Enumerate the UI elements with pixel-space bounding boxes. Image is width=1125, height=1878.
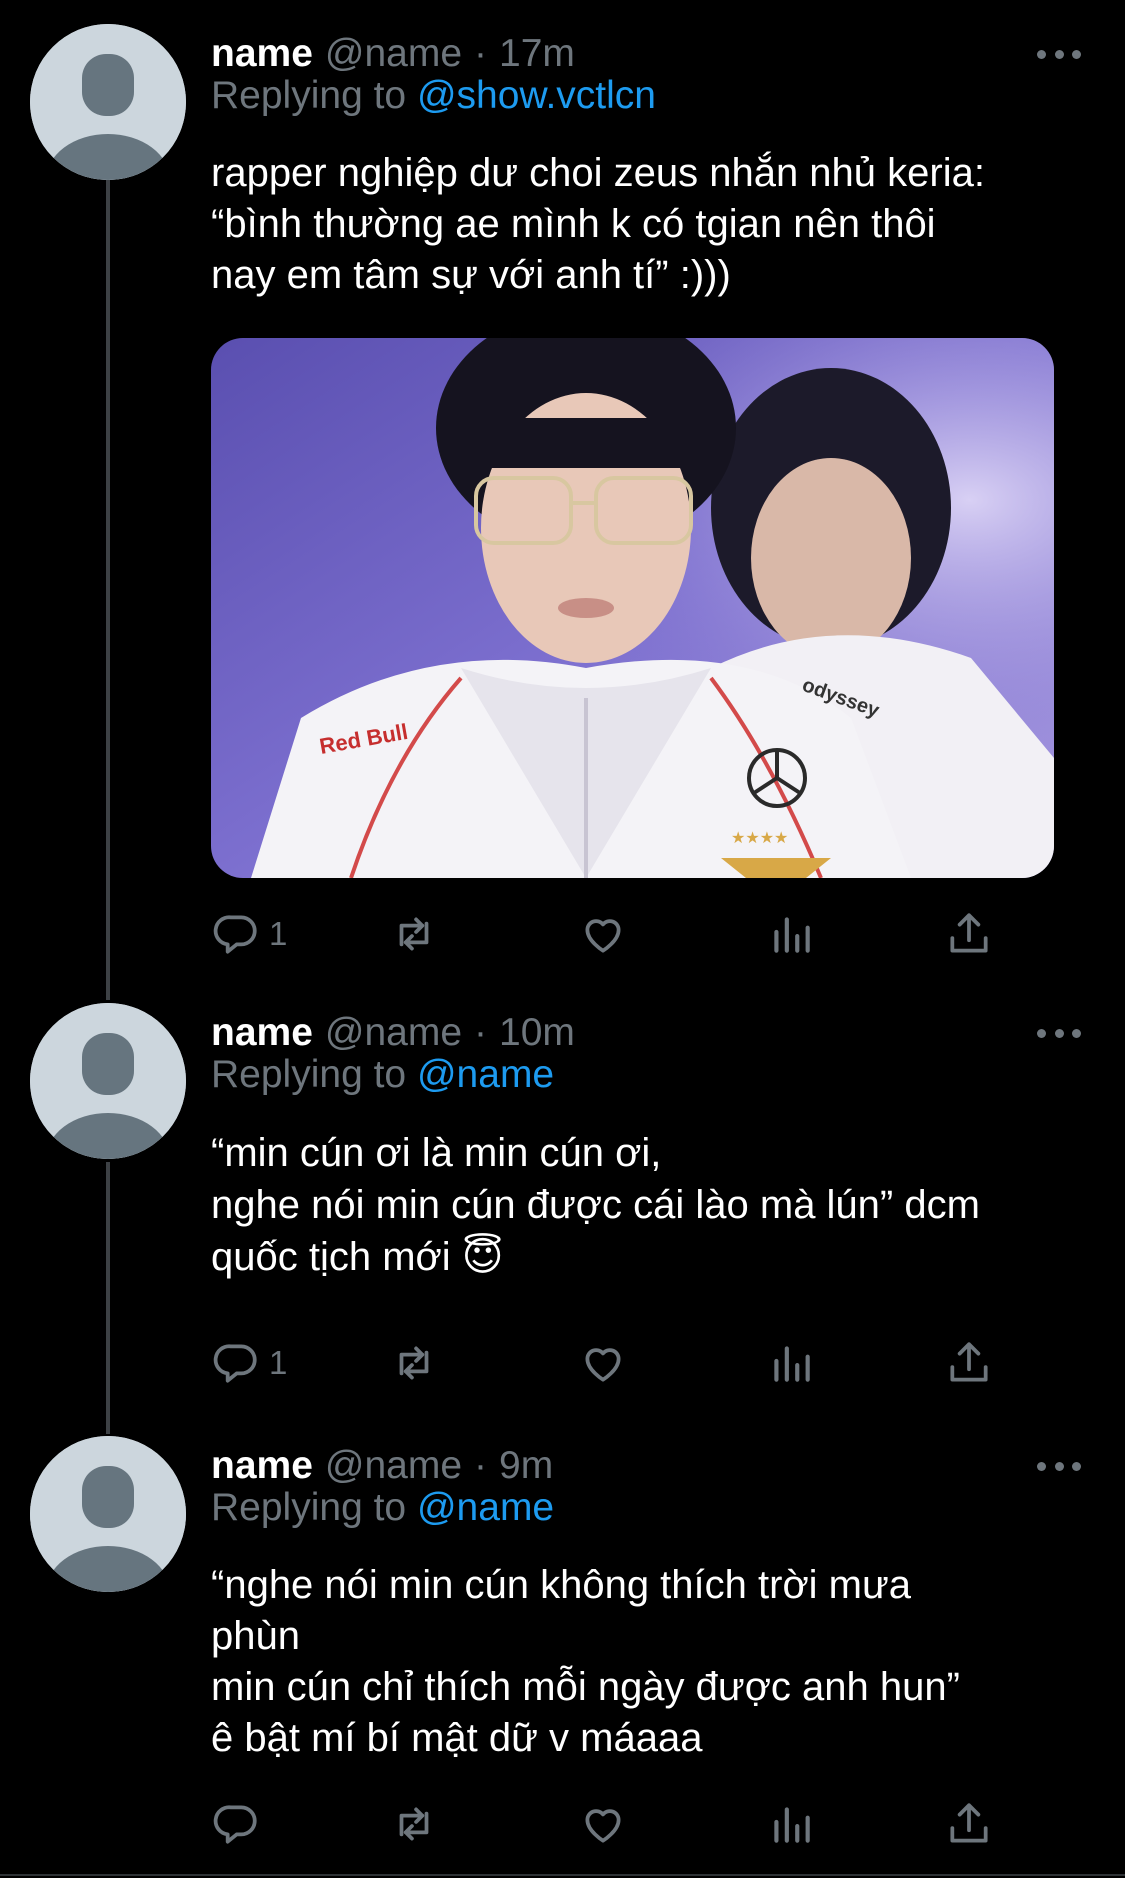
user-handle[interactable]: @name	[325, 1011, 462, 1055]
analytics-icon	[774, 1807, 810, 1843]
user-handle[interactable]: @name	[325, 1444, 462, 1488]
retweet-button[interactable]	[389, 1794, 439, 1854]
retweet-button[interactable]	[389, 1333, 439, 1393]
like-icon	[585, 919, 621, 953]
replying-to-label: Replying to	[211, 1053, 407, 1096]
like-icon	[585, 1348, 621, 1382]
replying-to: Replying to @name	[211, 1486, 554, 1530]
retweet-icon	[399, 1807, 429, 1841]
mention-link[interactable]: @name	[417, 1053, 554, 1096]
separator-dot: ·	[474, 1444, 488, 1487]
analytics-button[interactable]	[766, 1794, 816, 1854]
default-avatar-icon	[30, 1003, 186, 1159]
retweet-icon	[399, 1346, 429, 1380]
share-icon	[950, 1803, 988, 1843]
reply-button[interactable]: 1	[211, 1333, 287, 1393]
analytics-icon	[774, 917, 810, 953]
tweet-text: “nghe nói min cún không thích trời mưa p…	[211, 1563, 960, 1760]
share-button[interactable]	[944, 1333, 994, 1393]
timestamp[interactable]: 9m	[499, 1444, 553, 1488]
retweet-button[interactable]	[389, 904, 439, 964]
share-icon	[950, 1342, 988, 1382]
tweet-actions: 1	[211, 1333, 1011, 1393]
reply-icon	[213, 1805, 257, 1844]
replying-to-label: Replying to	[211, 74, 407, 117]
replying-to: Replying to @show.vctlcn	[211, 74, 656, 118]
mention-link[interactable]: @show.vctlcn	[417, 74, 656, 117]
like-button[interactable]	[578, 1333, 628, 1393]
reply-count: 1	[269, 915, 288, 952]
reply-button[interactable]: 1	[211, 904, 287, 964]
reply-icon	[213, 915, 257, 954]
tweet[interactable]: name @name · 17m Replying to @show.vctlc…	[0, 24, 1125, 984]
separator-dot: ·	[474, 1011, 488, 1054]
share-button[interactable]	[944, 904, 994, 964]
default-avatar-icon	[30, 24, 186, 180]
display-name[interactable]: name	[211, 1444, 313, 1488]
analytics-button[interactable]	[766, 1333, 816, 1393]
like-button[interactable]	[578, 904, 628, 964]
reply-icon	[213, 1344, 257, 1383]
timestamp[interactable]: 17m	[499, 32, 575, 76]
more-options-icon[interactable]	[1037, 1454, 1081, 1478]
more-options-icon[interactable]	[1037, 1021, 1081, 1045]
tweet-actions: 1	[211, 904, 1011, 964]
analytics-icon	[774, 1346, 810, 1382]
avatar[interactable]	[30, 1003, 186, 1159]
svg-text:★★★★: ★★★★	[731, 828, 788, 847]
avatar[interactable]	[30, 1436, 186, 1592]
more-options-icon[interactable]	[1037, 42, 1081, 66]
default-avatar-icon	[30, 1436, 186, 1592]
like-icon	[585, 1809, 621, 1843]
tweet-text: “min cún ơi là min cún ơi, nghe nói min …	[211, 1131, 980, 1279]
tweet-photo[interactable]: Red Bull odyssey ★★★★	[211, 338, 1054, 878]
tweet-text: rapper nghiệp dư choi zeus nhắn nhủ keri…	[211, 151, 985, 297]
share-icon	[950, 913, 988, 953]
tweet[interactable]: name @name · 10m Replying to @name “min …	[0, 1003, 1125, 1403]
bottom-divider	[0, 1874, 1125, 1876]
display-name[interactable]: name	[211, 1011, 313, 1055]
like-button[interactable]	[578, 1794, 628, 1854]
replying-to-label: Replying to	[211, 1486, 407, 1529]
timestamp[interactable]: 10m	[499, 1011, 575, 1055]
replying-to: Replying to @name	[211, 1053, 554, 1097]
reply-button[interactable]	[211, 1794, 269, 1854]
analytics-button[interactable]	[766, 904, 816, 964]
mention-link[interactable]: @name	[417, 1486, 554, 1529]
tweet-actions	[211, 1794, 1011, 1854]
separator-dot: ·	[474, 32, 488, 75]
user-handle[interactable]: @name	[325, 32, 462, 76]
retweet-icon	[399, 917, 429, 951]
tweet[interactable]: name @name · 9m Replying to @name “nghe …	[0, 1436, 1125, 1856]
display-name[interactable]: name	[211, 32, 313, 76]
avatar[interactable]	[30, 24, 186, 180]
reply-count: 1	[269, 1344, 288, 1381]
share-button[interactable]	[944, 1794, 994, 1854]
photo-image: Red Bull odyssey ★★★★	[211, 338, 1054, 878]
